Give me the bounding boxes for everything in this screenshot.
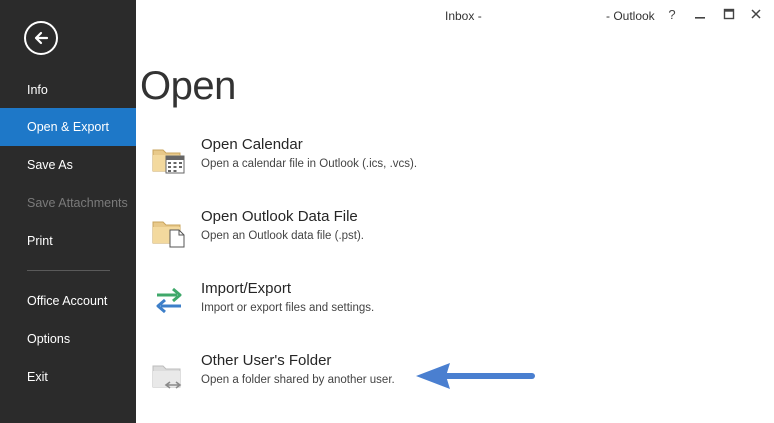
nav-item-options[interactable]: Options — [0, 320, 136, 358]
help-button[interactable]: ? — [662, 4, 682, 24]
nav-item-save-attachments: Save Attachments — [27, 196, 128, 210]
shared-folder-icon — [152, 365, 182, 389]
nav-item-info[interactable]: Info — [0, 71, 136, 109]
window-title-inbox: Inbox - — [445, 9, 482, 23]
back-arrow-icon — [34, 31, 49, 45]
option-title: Import/Export — [201, 280, 292, 297]
nav-item-save-as[interactable]: Save As — [0, 146, 136, 184]
title-bar: Inbox - - Outlook ? — [136, 0, 774, 30]
option-description: Open a calendar file in Outlook (.ics, .… — [201, 158, 418, 170]
backstage-sidebar: Info Open & Export Save As Save Attachme… — [0, 0, 136, 423]
annotation-arrow-icon — [416, 363, 535, 389]
minimize-button[interactable] — [690, 4, 710, 24]
window-title-app: - Outlook — [606, 9, 655, 23]
option-import-export[interactable]: Import/Export Import or export files and… — [150, 280, 710, 340]
option-open-calendar[interactable]: Open Calendar Open a calendar file in Ou… — [150, 136, 710, 196]
help-icon: ? — [668, 6, 676, 22]
page-title: Open — [140, 64, 236, 108]
maximize-button[interactable] — [719, 4, 739, 24]
option-description: Import or export files and settings. — [201, 302, 375, 314]
import-export-icon — [156, 287, 182, 314]
close-button[interactable] — [746, 4, 766, 24]
nav-item-office-account[interactable]: Office Account — [0, 282, 136, 320]
nav-item-exit[interactable]: Exit — [0, 358, 136, 396]
nav-divider — [27, 270, 110, 271]
back-button[interactable] — [24, 21, 58, 55]
option-title: Open Outlook Data File — [201, 208, 358, 225]
nav-item-open-export[interactable]: Open & Export — [0, 108, 136, 146]
option-description: Open an Outlook data file (.pst). — [201, 230, 365, 242]
data-file-folder-icon — [152, 221, 185, 248]
option-open-data-file[interactable]: Open Outlook Data File Open an Outlook d… — [150, 208, 710, 268]
option-title: Other User's Folder — [201, 352, 332, 369]
close-icon — [751, 9, 761, 19]
option-description: Open a folder shared by another user. — [201, 374, 395, 386]
minimize-icon — [695, 17, 705, 19]
nav-item-print[interactable]: Print — [0, 222, 136, 260]
option-title: Open Calendar — [201, 136, 303, 153]
calendar-folder-icon — [152, 149, 185, 174]
maximize-icon — [723, 8, 735, 20]
